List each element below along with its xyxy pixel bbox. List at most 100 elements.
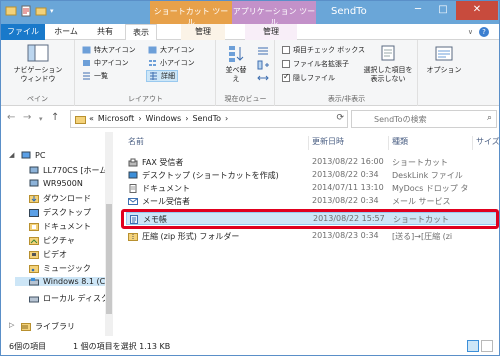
layout-details-label: 詳細 xyxy=(161,72,175,80)
file-row[interactable]: FAX 受信者 2013/08/22 16:00 ショートカット xyxy=(126,156,498,169)
breadcrumb-sendto[interactable]: SendTo xyxy=(192,114,221,123)
nav-item-wr9500n[interactable]: WR9500N xyxy=(29,179,83,188)
nav-item-local-disk-d[interactable]: ローカル ディスク (D xyxy=(29,293,113,304)
window-icon xyxy=(5,6,17,16)
minimize-button[interactable]: ─ xyxy=(406,1,430,20)
column-header-size[interactable]: サイズ xyxy=(472,136,499,150)
nav-item-videos[interactable]: ビデオ xyxy=(29,249,67,260)
file-row[interactable]: 圧縮 (zip 形式) フォルダー 2013/08/23 0:34 [送る]→[… xyxy=(126,230,498,243)
large-icons-icon xyxy=(148,46,157,54)
file-extension-toggle[interactable]: ファイル名拡張子 xyxy=(282,59,349,69)
group-label-layout: レイアウト xyxy=(128,95,163,103)
nav-item-ll770cs[interactable]: LL770CS [ホーム xyxy=(29,165,107,176)
sort-by-button[interactable]: 並べ替 え xyxy=(221,44,251,84)
ribbon-collapse-chevron-icon[interactable]: ∨ xyxy=(468,28,473,36)
hide-selected-button[interactable]: 選択した項目を 表示しない xyxy=(360,44,416,84)
layout-extra-large-label: 特大アイコン xyxy=(94,46,136,54)
layout-medium-label: 中アイコン xyxy=(94,59,129,67)
nav-item-pc[interactable]: ◢ PC xyxy=(9,151,45,160)
tab-manage-shortcut[interactable]: 管理 xyxy=(181,24,225,40)
desktop-link-icon xyxy=(128,171,138,179)
videos-folder-icon xyxy=(29,251,39,259)
layout-medium-icons[interactable]: 中アイコン xyxy=(82,58,129,68)
item-checkbox-label: 項目チェック ボックス xyxy=(293,46,366,54)
file-row[interactable]: デスクトップ (ショートカットを作成) 2013/08/22 0:34 Desk… xyxy=(126,169,498,182)
ribbon-group-layout: 特大アイコン 大アイコン 中アイコン 小アイコン 一覧 詳細 レイアウト xyxy=(76,40,216,106)
item-checkbox-check[interactable] xyxy=(282,46,290,54)
file-type: メール サービス xyxy=(392,197,451,206)
breadcrumb: « Microsoft › Windows › SendTo › xyxy=(89,114,228,123)
tab-manage-application[interactable]: 管理 xyxy=(245,24,297,40)
expand-arrow-icon[interactable]: ▷ xyxy=(9,321,14,329)
tab-share[interactable]: 共有 xyxy=(87,24,123,40)
options-icon xyxy=(435,46,453,61)
refresh-icon[interactable]: ⟳ xyxy=(336,113,344,123)
file-row[interactable]: ドキュメント 2014/07/11 13:10 MyDocs ドロップ タ xyxy=(126,182,498,195)
large-icons-view-button[interactable] xyxy=(481,340,493,352)
column-header-date[interactable]: 更新日時 xyxy=(308,136,388,150)
expand-arrow-icon[interactable]: ◢ xyxy=(9,151,14,159)
search-input[interactable]: SendToの検索 ⌕ xyxy=(351,110,497,128)
breadcrumb-separator[interactable]: › xyxy=(185,114,188,123)
file-row[interactable]: メール受信者 2013/08/22 0:34 メール サービス xyxy=(126,195,498,208)
breadcrumb-overflow[interactable]: « xyxy=(89,114,94,123)
hidden-files-toggle[interactable]: 隠しファイル xyxy=(282,72,335,83)
layout-extra-large-icons[interactable]: 特大アイコン xyxy=(82,45,136,55)
file-extension-label: ファイル名拡張子 xyxy=(293,60,349,68)
options-button[interactable]: オプション xyxy=(423,44,465,75)
breadcrumb-separator[interactable]: › xyxy=(138,114,141,123)
group-by-icon[interactable] xyxy=(257,46,269,56)
qat-dropdown-icon[interactable]: ▾ xyxy=(50,7,54,15)
nav-scrollbar[interactable] xyxy=(105,132,113,336)
file-extension-check[interactable] xyxy=(282,60,290,68)
forward-button[interactable]: → xyxy=(23,112,31,123)
nav-item-libraries[interactable]: ▷ ライブラリ xyxy=(9,321,75,332)
details-view-button[interactable] xyxy=(467,340,479,352)
address-bar[interactable]: « Microsoft › Windows › SendTo › ⟳ xyxy=(70,110,348,128)
hidden-files-check[interactable] xyxy=(282,72,290,82)
back-button[interactable]: ← xyxy=(7,112,15,123)
notepad-icon xyxy=(130,215,138,224)
details-view-icon xyxy=(150,72,157,80)
help-icon[interactable]: ? xyxy=(479,27,489,37)
file-name: 圧縮 (zip 形式) フォルダー xyxy=(142,232,240,241)
nav-item-windows-c[interactable]: Windows 8.1 (C xyxy=(15,277,105,286)
add-columns-icon[interactable] xyxy=(257,60,269,70)
documents-icon xyxy=(129,184,137,193)
size-columns-icon[interactable] xyxy=(257,73,269,83)
new-folder-icon[interactable] xyxy=(35,5,47,17)
layout-large-icons[interactable]: 大アイコン xyxy=(148,45,195,55)
recent-locations-icon[interactable]: ▾ xyxy=(39,115,43,123)
item-checkbox-toggle[interactable]: 項目チェック ボックス xyxy=(282,45,365,55)
navigation-pane: ◢ PC LL770CS [ホーム WR9500N ダウンロード デスクトップ … xyxy=(1,132,113,336)
nav-item-desktop[interactable]: デスクトップ xyxy=(29,207,91,218)
file-date: 2013/08/23 0:34 xyxy=(312,231,379,240)
maximize-button[interactable]: □ xyxy=(431,1,455,20)
breadcrumb-separator[interactable]: › xyxy=(225,114,228,123)
nav-scrollbar-thumb[interactable] xyxy=(106,204,112,314)
properties-icon[interactable] xyxy=(20,5,32,17)
search-icon[interactable]: ⌕ xyxy=(487,113,492,123)
nav-item-documents[interactable]: ドキュメント xyxy=(29,221,91,232)
up-button[interactable]: ↑ xyxy=(51,112,59,123)
layout-details[interactable]: 詳細 xyxy=(146,70,178,82)
ribbon-group-options: オプション xyxy=(419,40,469,106)
close-button[interactable]: ✕ xyxy=(456,1,498,20)
breadcrumb-windows[interactable]: Windows xyxy=(146,114,182,123)
download-folder-icon xyxy=(29,195,39,203)
column-header-name[interactable]: 名前 xyxy=(128,136,308,150)
layout-small-icons[interactable]: 小アイコン xyxy=(148,58,195,68)
layout-list[interactable]: 一覧 xyxy=(82,71,108,81)
nav-item-downloads[interactable]: ダウンロード xyxy=(29,193,91,204)
navigation-pane-button[interactable]: ナビゲーション ウィンドウ xyxy=(7,44,69,84)
column-header-type[interactable]: 種類 xyxy=(388,136,472,150)
tab-home[interactable]: ホーム xyxy=(47,24,85,40)
file-row-selected[interactable]: メモ帳 2013/08/22 15:57 ショートカット xyxy=(126,212,498,225)
nav-label: ドキュメント xyxy=(43,222,91,231)
tab-file[interactable]: ファイル xyxy=(1,24,45,40)
breadcrumb-microsoft[interactable]: Microsoft xyxy=(98,114,134,123)
layout-small-label: 小アイコン xyxy=(160,59,195,67)
nav-item-music[interactable]: ミュージック xyxy=(29,263,91,274)
tab-view[interactable]: 表示 xyxy=(125,24,157,41)
nav-item-pictures[interactable]: ピクチャ xyxy=(29,235,75,246)
